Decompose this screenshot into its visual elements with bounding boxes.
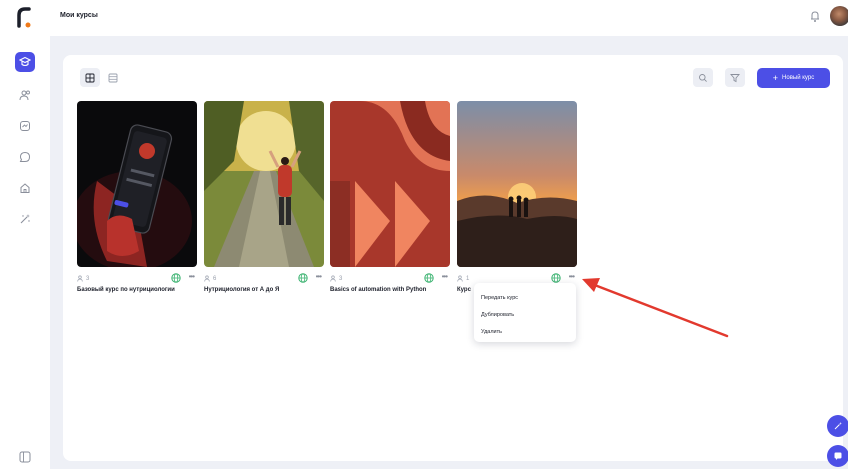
filter-icon (730, 73, 740, 82)
sidebar-item-courses[interactable] (15, 52, 35, 72)
menu-item-transfer[interactable]: Передать курс (474, 289, 576, 306)
course-title[interactable]: Нутрициология от А до Я (204, 287, 324, 294)
magic-wand-icon (20, 214, 30, 224)
new-course-label: Новый курс (782, 75, 815, 81)
course-card[interactable]: 6 ••• Нутрициология от А до Я (204, 101, 324, 294)
page-title: Мои курсы (60, 12, 98, 19)
grid-icon (85, 73, 95, 82)
top-bar: Мои курсы (0, 0, 848, 36)
list-view-button[interactable] (103, 68, 123, 87)
ai-assistant-button[interactable] (827, 415, 848, 437)
search-button[interactable] (693, 68, 713, 87)
users-icon (457, 275, 463, 282)
course-context-menu: Передать курс Дублировать Удалить (474, 283, 576, 342)
users-icon (204, 275, 210, 282)
more-options-icon[interactable]: ••• (569, 272, 575, 281)
course-title[interactable]: Базовый курс по нутрициологии (77, 287, 197, 294)
course-card[interactable]: 3 ••• Basics of automation with Python (330, 101, 450, 294)
logo-icon[interactable] (16, 6, 32, 28)
course-thumbnail[interactable] (77, 101, 197, 267)
published-globe-icon[interactable] (298, 273, 308, 283)
students-count: 1 (457, 275, 469, 282)
users-icon (330, 275, 336, 282)
more-options-icon[interactable]: ••• (189, 272, 195, 281)
menu-item-delete[interactable]: Удалить (474, 323, 576, 340)
users-icon (77, 275, 83, 282)
course-meta: 3 ••• (330, 272, 450, 286)
search-icon (699, 73, 707, 82)
published-globe-icon[interactable] (551, 273, 561, 283)
course-title[interactable]: Basics of automation with Python (330, 287, 450, 294)
course-meta: 3 ••• (77, 272, 197, 286)
published-globe-icon[interactable] (171, 273, 181, 283)
sidebar (0, 36, 50, 469)
sidebar-item-messages[interactable] (15, 147, 35, 167)
chat-icon (834, 452, 842, 460)
list-icon (108, 73, 118, 82)
sidebar-item-home[interactable] (15, 178, 35, 198)
chat-icon (19, 151, 31, 162)
students-count: 6 (204, 275, 216, 282)
filter-button[interactable] (725, 68, 745, 87)
course-thumbnail[interactable] (330, 101, 450, 267)
grid-view-button[interactable] (80, 68, 100, 87)
chart-icon (20, 121, 30, 131)
sidebar-item-ai-tools[interactable] (15, 209, 35, 229)
users-icon (19, 90, 30, 101)
course-meta: 6 ••• (204, 272, 324, 286)
bell-icon[interactable] (808, 9, 822, 23)
magic-wand-icon (834, 421, 843, 430)
course-thumbnail[interactable] (457, 101, 577, 267)
students-count: 3 (330, 275, 342, 282)
more-options-icon[interactable]: ••• (316, 272, 322, 281)
support-chat-button[interactable] (827, 445, 848, 467)
courses-icon (19, 56, 31, 67)
sidebar-item-users[interactable] (15, 85, 35, 105)
course-card[interactable]: 1 ••• Курс (457, 101, 577, 294)
view-toggle (80, 68, 123, 87)
sidebar-item-analytics[interactable] (15, 116, 35, 136)
plus-icon: + (772, 72, 779, 83)
menu-item-duplicate[interactable]: Дублировать (474, 306, 576, 323)
home-icon (20, 183, 30, 193)
course-thumbnail[interactable] (204, 101, 324, 267)
user-avatar[interactable] (830, 6, 848, 26)
course-card[interactable]: 3 ••• Базовый курс по нутрициологии (77, 101, 197, 294)
panel-toggle-icon[interactable] (19, 451, 31, 463)
published-globe-icon[interactable] (424, 273, 434, 283)
new-course-button[interactable]: + Новый курс (757, 68, 830, 88)
more-options-icon[interactable]: ••• (442, 272, 448, 281)
students-count: 3 (77, 275, 89, 282)
